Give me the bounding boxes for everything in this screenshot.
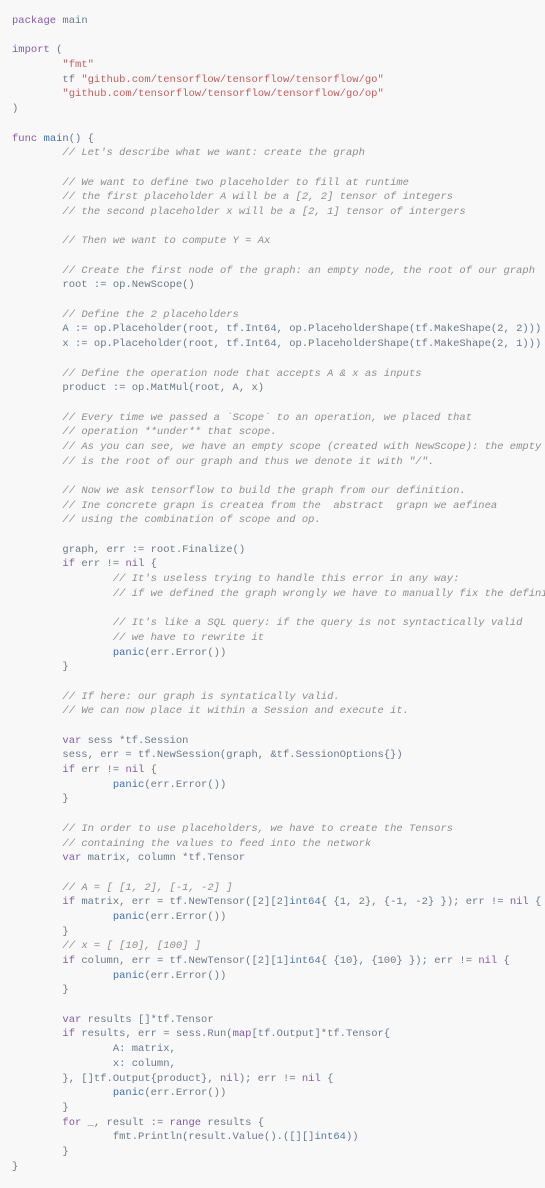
code-block: package main import ( "fmt" tf "github.c… (12, 14, 533, 1174)
